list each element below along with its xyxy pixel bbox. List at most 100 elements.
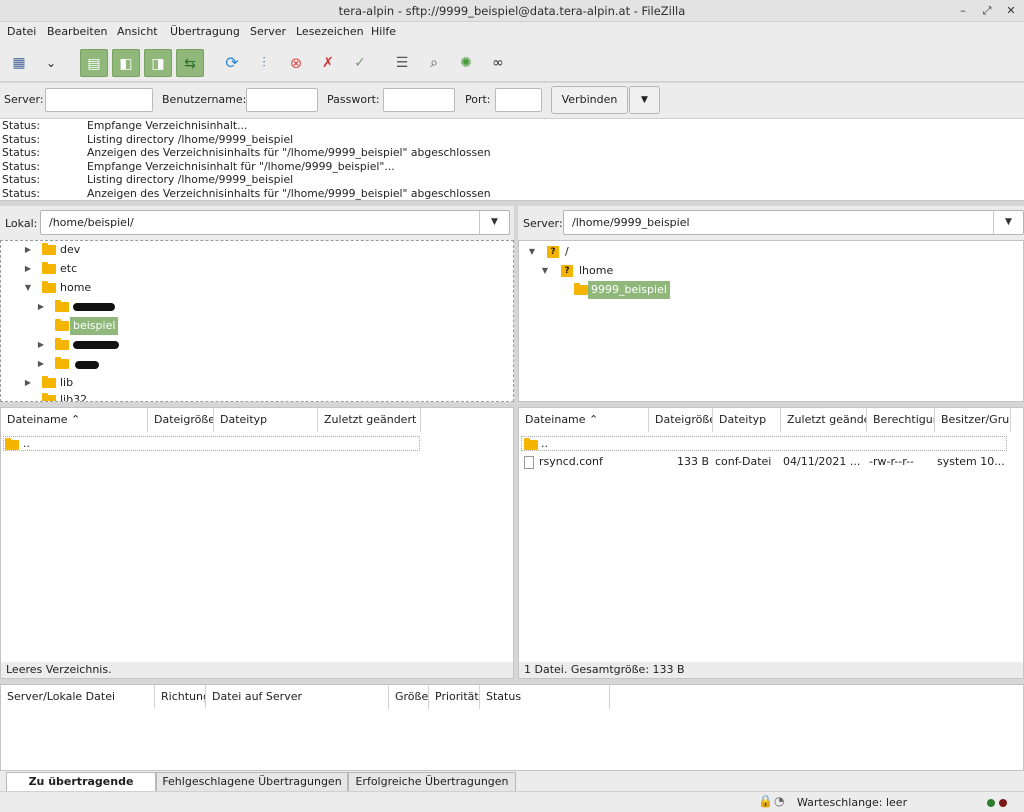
search-files-icon[interactable]: ⌕ bbox=[420, 49, 448, 77]
column-header-local-file[interactable]: Server/Lokale Datei bbox=[1, 685, 155, 709]
transfer-queue[interactable]: Server/Lokale Datei Richtung Datei auf S… bbox=[0, 684, 1024, 771]
expand-icon[interactable]: ▶ bbox=[23, 260, 33, 278]
column-header-filename[interactable]: Dateiname ⌃ bbox=[519, 408, 649, 432]
toggle-local-tree-icon[interactable]: ◧ bbox=[112, 49, 140, 77]
site-manager-dropdown-icon[interactable]: ⌄ bbox=[37, 49, 65, 77]
local-path-combo[interactable]: /home/beispiel/ ▼ bbox=[40, 210, 510, 235]
tree-item-root[interactable]: ▼ ? / bbox=[519, 243, 1019, 261]
server-label: Server: bbox=[4, 93, 44, 106]
collapse-icon[interactable]: ▼ bbox=[23, 279, 33, 297]
remote-directory-tree[interactable]: ▼ ? / ▼ ? lhome 9999_beispiel bbox=[518, 240, 1024, 402]
cancel-operation-icon[interactable]: ⊗ bbox=[282, 49, 310, 77]
menu-server[interactable]: Server bbox=[250, 22, 286, 44]
binoculars-icon[interactable]: ∞ bbox=[484, 49, 512, 77]
tab-queued-files[interactable]: Zu übertragende Dateien bbox=[6, 772, 156, 806]
tree-item-lib32[interactable]: lib32 bbox=[1, 391, 501, 401]
table-row[interactable]: rsyncd.conf 133 B conf-Datei 04/11/2021 … bbox=[519, 454, 1023, 470]
folder-icon bbox=[55, 300, 69, 312]
table-row[interactable]: .. bbox=[3, 436, 420, 451]
local-path-value: /home/beispiel/ bbox=[49, 216, 134, 229]
column-header-filetype[interactable]: Dateityp bbox=[214, 408, 318, 432]
refresh-icon[interactable]: ⟳ bbox=[218, 49, 246, 77]
table-row[interactable]: .. bbox=[521, 436, 1007, 451]
username-label: Benutzername: bbox=[162, 93, 247, 106]
folder-icon bbox=[42, 281, 56, 293]
column-header-owner[interactable]: Besitzer/Grup bbox=[935, 408, 1011, 432]
toggle-remote-tree-icon[interactable]: ◨ bbox=[144, 49, 172, 77]
disconnect-icon[interactable]: ✗ bbox=[314, 49, 342, 77]
menu-lesezeichen[interactable]: Lesezeichen bbox=[296, 22, 364, 44]
menu-uebertragung[interactable]: Übertragung bbox=[170, 22, 240, 44]
tree-item-beispiel[interactable]: beispiel bbox=[1, 317, 501, 335]
tab-successful-transfers[interactable]: Erfolgreiche Übertragungen bbox=[348, 772, 516, 791]
message-log[interactable]: Status: Empfange Verzeichnisinhalt... Sta… bbox=[0, 119, 1024, 201]
expand-icon[interactable]: ▶ bbox=[36, 336, 46, 354]
folder-icon bbox=[5, 438, 19, 450]
column-header-filesize[interactable]: Dateigröße bbox=[148, 408, 214, 432]
tree-item-redacted[interactable]: ▶ bbox=[1, 336, 501, 354]
column-header-priority[interactable]: Priorität bbox=[429, 685, 480, 709]
minimize-button[interactable]: – bbox=[952, 0, 974, 22]
toggle-log-icon[interactable]: ▤ bbox=[80, 49, 108, 77]
chevron-down-icon[interactable]: ▼ bbox=[479, 211, 509, 234]
column-header-filename[interactable]: Dateiname ⌃ bbox=[1, 408, 148, 432]
column-header-direction[interactable]: Richtung bbox=[155, 685, 206, 709]
server-input[interactable] bbox=[45, 88, 153, 112]
close-window-button[interactable]: ✕ bbox=[1000, 0, 1022, 22]
tree-item-label: dev bbox=[60, 243, 81, 256]
toggle-queue-icon[interactable]: ⇆ bbox=[176, 49, 204, 77]
tree-item-lhome[interactable]: ▼ ? lhome bbox=[519, 262, 1019, 280]
column-header-modified[interactable]: Zuletzt geändert bbox=[318, 408, 421, 432]
file-type: conf-Datei bbox=[715, 455, 772, 468]
reconnect-icon[interactable]: ✓ bbox=[346, 49, 374, 77]
speed-limit-icon[interactable]: ◔ bbox=[774, 794, 784, 808]
column-header-filetype[interactable]: Dateityp bbox=[713, 408, 781, 432]
tree-item-label: lib bbox=[60, 376, 74, 389]
compare-directories-icon[interactable]: ☰ bbox=[388, 49, 416, 77]
site-manager-icon[interactable]: ▦ bbox=[5, 49, 33, 77]
tree-item-home[interactable]: ▼ home bbox=[1, 279, 501, 297]
column-header-remote-file[interactable]: Datei auf Server bbox=[206, 685, 389, 709]
tree-item-etc[interactable]: ▶ etc bbox=[1, 260, 501, 278]
column-header-modified[interactable]: Zuletzt geänder bbox=[781, 408, 867, 432]
username-input[interactable] bbox=[246, 88, 318, 112]
connect-history-dropdown-icon[interactable]: ▼ bbox=[629, 86, 660, 114]
upload-activity-led-icon bbox=[987, 799, 995, 807]
tree-item-9999-beispiel[interactable]: 9999_beispiel bbox=[519, 281, 1019, 299]
remote-path-combo[interactable]: /lhome/9999_beispiel ▼ bbox=[563, 210, 1024, 235]
remote-file-list[interactable]: Dateiname ⌃ Dateigröße Dateityp Zuletzt … bbox=[518, 407, 1024, 679]
menu-bearbeiten[interactable]: Bearbeiten bbox=[47, 22, 107, 44]
expand-icon[interactable]: ▶ bbox=[36, 298, 46, 316]
unknown-folder-icon: ? bbox=[561, 265, 573, 277]
port-input[interactable] bbox=[495, 88, 542, 112]
tree-item-redacted[interactable]: ▶ bbox=[1, 355, 501, 373]
local-directory-tree[interactable]: ▶ dev ▶ etc ▼ home ▶ beispiel ▶ ▶ ▶ lib … bbox=[0, 240, 514, 402]
folder-icon bbox=[55, 319, 69, 331]
chevron-down-icon[interactable]: ▼ bbox=[993, 211, 1023, 234]
maximize-button[interactable]: ⤢ bbox=[976, 0, 998, 22]
unknown-folder-icon: ? bbox=[547, 246, 559, 258]
collapse-icon[interactable]: ▼ bbox=[540, 262, 550, 280]
tree-item-lib[interactable]: ▶ lib bbox=[1, 374, 501, 392]
menu-datei[interactable]: Datei bbox=[7, 22, 36, 44]
password-input[interactable] bbox=[383, 88, 455, 112]
expand-icon[interactable]: ▶ bbox=[36, 355, 46, 373]
expand-icon[interactable]: ▶ bbox=[23, 374, 33, 392]
column-header-permissions[interactable]: Berechtigun bbox=[867, 408, 935, 432]
collapse-icon[interactable]: ▼ bbox=[527, 243, 537, 261]
folder-icon bbox=[55, 357, 69, 369]
sync-browsing-icon[interactable]: ✺ bbox=[452, 49, 480, 77]
filter-icon[interactable]: ⫶ bbox=[250, 49, 278, 77]
local-status-text: Leeres Verzeichnis. bbox=[1, 662, 513, 678]
expand-icon[interactable]: ▶ bbox=[23, 241, 33, 259]
tree-item-dev[interactable]: ▶ dev bbox=[1, 241, 501, 259]
column-header-status[interactable]: Status bbox=[480, 685, 610, 709]
tree-item-redacted[interactable]: ▶ bbox=[1, 298, 501, 316]
connect-button[interactable]: Verbinden bbox=[551, 86, 628, 114]
tab-failed-transfers[interactable]: Fehlgeschlagene Übertragungen bbox=[156, 772, 348, 791]
column-header-size[interactable]: Größe bbox=[389, 685, 429, 709]
menu-hilfe[interactable]: Hilfe bbox=[371, 22, 396, 44]
menu-ansicht[interactable]: Ansicht bbox=[117, 22, 158, 44]
column-header-filesize[interactable]: Dateigröße bbox=[649, 408, 713, 432]
local-file-list[interactable]: Dateiname ⌃ Dateigröße Dateityp Zuletzt … bbox=[0, 407, 514, 679]
